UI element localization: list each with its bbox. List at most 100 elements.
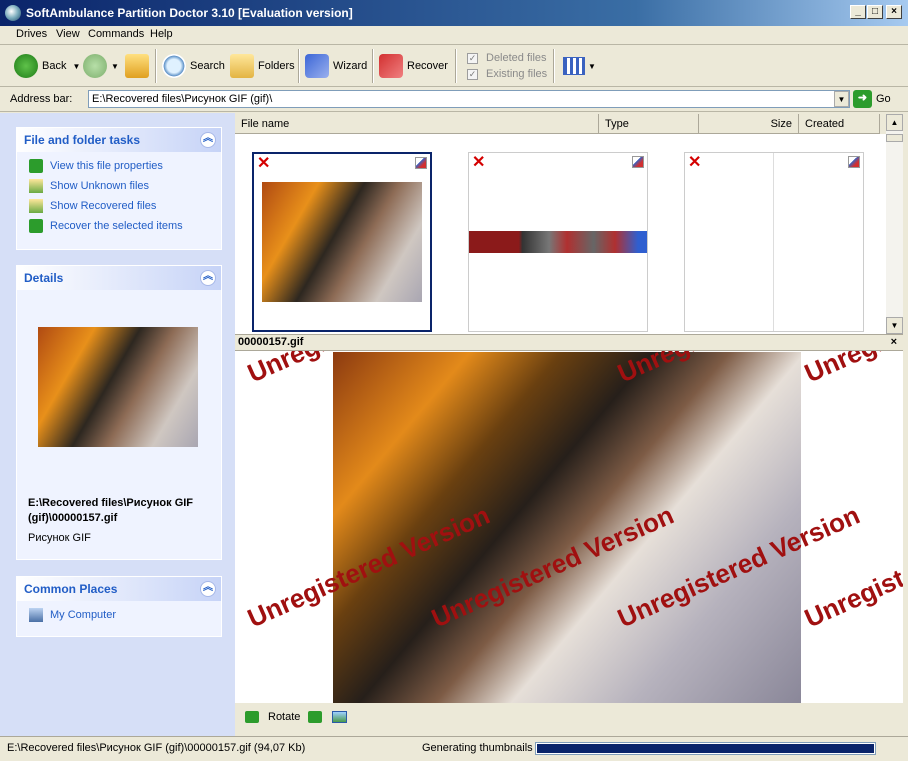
folders-button[interactable]: Folders [230, 51, 295, 81]
collapse-icon[interactable]: ︽ [200, 581, 216, 597]
toolbar-separator [455, 49, 457, 83]
address-input[interactable]: E:\Recovered files\Рисунок GIF (gif)\ [88, 90, 850, 108]
menu-drives[interactable]: Drives [16, 28, 47, 40]
deleted-files-label: Deleted files [486, 52, 547, 64]
back-arrow-icon [14, 54, 38, 78]
go-button[interactable]: ➜ Go [853, 90, 891, 108]
preview-title-bar: 00000157.gif × [235, 334, 903, 351]
scroll-down-icon[interactable]: ▼ [886, 317, 903, 334]
vertical-scrollbar[interactable]: ▲ ▼ [886, 114, 903, 334]
progress-bar [535, 742, 876, 755]
file-type-icon [848, 156, 860, 168]
chevron-down-icon[interactable]: ▼ [111, 62, 119, 71]
menu-view[interactable]: View [56, 28, 80, 40]
task-label: Recover the selected items [50, 220, 183, 232]
details-path: E:\Recovered files\Рисунок GIF (gif)\000… [28, 497, 194, 524]
banner-image [469, 231, 647, 253]
preview-filename: 00000157.gif [238, 336, 304, 348]
close-button[interactable]: × [886, 5, 902, 19]
deleted-files-checkbox[interactable]: ✓ [467, 52, 478, 64]
back-button[interactable]: Back ▼ [14, 51, 80, 81]
image-icon[interactable] [332, 711, 347, 723]
scroll-up-icon[interactable]: ▲ [886, 114, 903, 131]
rotate-right-icon[interactable] [308, 711, 322, 723]
deleted-mark-icon: ✕ [257, 155, 271, 172]
toolbar-separator [553, 49, 555, 83]
column-file-name[interactable]: File name [235, 114, 599, 134]
preview-pane: Unregistered Version Unregistered Versio… [235, 351, 903, 703]
folders-icon [230, 54, 254, 78]
toolbar-separator [372, 49, 374, 83]
back-label: Back [42, 60, 67, 72]
deleted-mark-icon: ✕ [472, 154, 486, 171]
panel-header[interactable]: Common Places ︽ [17, 577, 221, 601]
existing-files-checkbox[interactable]: ✓ [467, 68, 478, 80]
minimize-button[interactable]: _ [850, 5, 866, 19]
divider [773, 153, 774, 331]
thumbnail-item[interactable]: ✕ [684, 152, 864, 332]
panel-header[interactable]: Details ︽ [17, 266, 221, 290]
existing-files-toggle[interactable]: ✓ Existing files [467, 68, 547, 80]
task-recover-selected[interactable]: Recover the selected items [17, 216, 221, 236]
preview-toolbar: Rotate [235, 703, 903, 733]
details-panel: Details ︽ E:\Recovered files\Рисунок GIF… [16, 265, 222, 560]
title-bar: SoftAmbulance Partition Doctor 3.10 [Eva… [0, 0, 908, 26]
toolbar-separator [155, 49, 157, 83]
status-bar: E:\Recovered files\Рисунок GIF (gif)\000… [0, 736, 908, 761]
thumbnail-item[interactable]: ✕ [468, 152, 648, 332]
deleted-files-toggle[interactable]: ✓ Deleted files [467, 52, 547, 64]
search-icon [162, 54, 186, 78]
file-folder-tasks-panel: File and folder tasks ︽ View this file p… [16, 127, 222, 250]
collapse-icon[interactable]: ︽ [200, 270, 216, 286]
wizard-icon [305, 54, 329, 78]
folder-up-icon [125, 54, 149, 78]
task-label: Show Unknown files [50, 180, 150, 192]
thumbnail-image [262, 182, 422, 302]
task-show-unknown[interactable]: Show Unknown files [17, 176, 221, 196]
scroll-thumb[interactable] [886, 134, 903, 142]
panel-header[interactable]: File and folder tasks ︽ [17, 128, 221, 152]
go-label: Go [876, 93, 891, 105]
column-created[interactable]: Created [799, 114, 880, 134]
task-label: View this file properties [50, 160, 163, 172]
search-button[interactable]: Search [162, 51, 225, 81]
menu-help[interactable]: Help [150, 28, 173, 40]
recover-button[interactable]: Recover [379, 51, 448, 81]
panel-title: File and folder tasks [24, 133, 141, 147]
app-icon [5, 5, 21, 21]
status-path: E:\Recovered files\Рисунок GIF (gif)\000… [7, 742, 306, 754]
up-folder-button[interactable] [125, 51, 153, 81]
rotate-left-icon[interactable] [245, 711, 259, 723]
collapse-icon[interactable]: ︽ [200, 132, 216, 148]
forward-button[interactable]: ▼ [83, 51, 119, 81]
wizard-button[interactable]: Wizard [305, 51, 367, 81]
column-type[interactable]: Type [599, 114, 699, 134]
menu-bar: Drives View Commands Help [0, 26, 908, 45]
panel-title: Details [24, 271, 64, 285]
chevron-down-icon[interactable]: ▼ [72, 62, 80, 71]
thumbnail-view: ✕ ✕ ✕ [235, 134, 886, 334]
address-dropdown-icon[interactable]: ▼ [834, 91, 849, 107]
details-thumbnail [38, 327, 198, 447]
maximize-button[interactable]: □ [867, 5, 883, 19]
search-label: Search [190, 60, 225, 72]
file-type-icon [415, 157, 427, 169]
folder-icon [29, 179, 43, 193]
forward-arrow-icon [83, 54, 107, 78]
column-size[interactable]: Size [699, 114, 799, 134]
thumbnail-item-selected[interactable]: ✕ [252, 152, 432, 332]
task-view-properties[interactable]: View this file properties [17, 156, 221, 176]
toolbar: Back ▼ ▼ Search Folders Wizard Recover ✓… [0, 45, 908, 87]
place-my-computer[interactable]: My Computer [17, 605, 221, 625]
views-button[interactable]: ▼ [563, 51, 596, 81]
arrow-icon [29, 219, 43, 233]
chevron-down-icon[interactable]: ▼ [588, 62, 596, 71]
menu-commands[interactable]: Commands [88, 28, 144, 40]
place-label: My Computer [50, 609, 117, 621]
task-pane: File and folder tasks ︽ View this file p… [0, 113, 235, 736]
window-title: SoftAmbulance Partition Doctor 3.10 [Eva… [26, 6, 353, 20]
task-show-recovered[interactable]: Show Recovered files [17, 196, 221, 216]
preview-image [333, 352, 801, 703]
rotate-label[interactable]: Rotate [268, 711, 300, 723]
close-preview-icon[interactable]: × [891, 336, 897, 348]
